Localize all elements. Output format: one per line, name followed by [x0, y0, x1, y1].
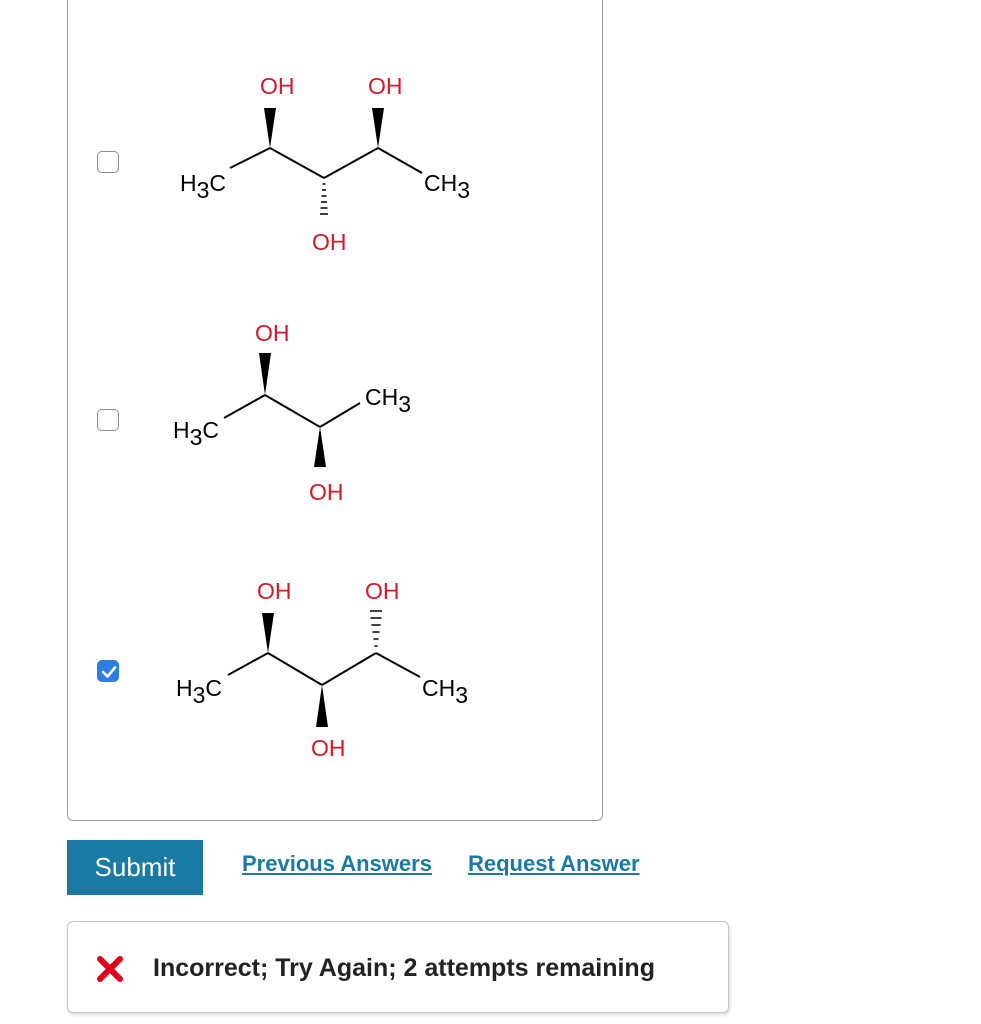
h3c-subscript: 3	[197, 177, 210, 203]
h3c-h: H	[173, 417, 190, 443]
submit-button[interactable]: Submit	[67, 840, 203, 895]
ch3-subscript: 3	[455, 682, 468, 708]
option-3-checkbox[interactable]	[97, 660, 119, 682]
oh-label-top-left: OH	[257, 578, 292, 604]
svg-text:H3C: H3C	[176, 675, 222, 708]
ch3-ch: CH	[422, 675, 455, 701]
h3c-subscript: 3	[193, 682, 206, 708]
option-3-molecule-structure: OH OH OH H3C CH3	[176, 578, 468, 761]
ch3-ch: CH	[365, 384, 398, 410]
request-answer-link[interactable]: Request Answer	[468, 851, 640, 877]
option-2-molecule-structure: OH OH H3C CH3	[173, 320, 411, 505]
checkmark-icon	[101, 666, 117, 678]
h3c-c: C	[205, 675, 222, 701]
x-mark-icon	[97, 956, 123, 982]
svg-text:CH3: CH3	[365, 384, 411, 417]
h3c-h: H	[180, 170, 197, 196]
oh-label-bottom: OH	[309, 479, 344, 505]
oh-label-top: OH	[255, 320, 290, 346]
oh-label-top-left: OH	[260, 73, 295, 99]
option-1-molecule-structure: OH OH OH H3C CH3	[180, 73, 470, 255]
feedback-text: Incorrect; Try Again; 2 attempts remaini…	[153, 954, 655, 982]
svg-text:H3C: H3C	[173, 417, 219, 450]
svg-text:CH3: CH3	[424, 170, 470, 203]
oh-label-bottom: OH	[312, 229, 347, 255]
svg-text:H3C: H3C	[180, 170, 226, 203]
h3c-subscript: 3	[190, 424, 203, 450]
svg-text:CH3: CH3	[422, 675, 468, 708]
oh-label-top-right: OH	[365, 578, 400, 604]
h3c-c: C	[209, 170, 226, 196]
previous-answers-link[interactable]: Previous Answers	[242, 851, 432, 877]
ch3-subscript: 3	[457, 177, 470, 203]
ch3-subscript: 3	[398, 391, 411, 417]
option-2-checkbox[interactable]	[97, 409, 119, 431]
ch3-ch: CH	[424, 170, 457, 196]
oh-label-bottom: OH	[311, 735, 346, 761]
option-1-checkbox[interactable]	[97, 151, 119, 173]
h3c-h: H	[176, 675, 193, 701]
oh-label-top-right: OH	[368, 73, 403, 99]
h3c-c: C	[202, 417, 219, 443]
feedback-message-box: Incorrect; Try Again; 2 attempts remaini…	[67, 921, 729, 1013]
